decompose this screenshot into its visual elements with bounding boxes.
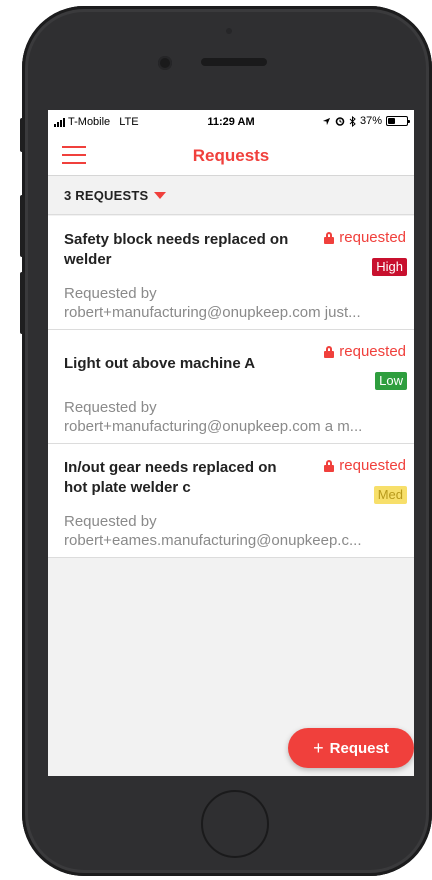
request-status: requested: [324, 343, 406, 360]
status-icons: 37%: [322, 115, 410, 127]
lock-icon: [324, 459, 335, 472]
request-list: Safety block needs replaced on welder re…: [48, 216, 414, 558]
front-camera: [158, 56, 172, 70]
lock-icon: [324, 345, 335, 358]
caret-down-icon: [154, 192, 167, 199]
status-text: requested: [339, 343, 406, 360]
volume-down-button: [20, 272, 25, 334]
request-title: In/out gear needs replaced on hot plate …: [64, 459, 277, 496]
status-text: requested: [339, 229, 406, 246]
plus-icon: +: [313, 737, 324, 758]
request-status: requested: [324, 457, 406, 474]
app-screen: T-Mobile LTE 11:29 AM 37% Requests 3 REQ…: [48, 110, 414, 776]
bluetooth-icon: [349, 115, 356, 127]
status-text: requested: [339, 457, 406, 474]
requester-email: robert+manufacturing@onupkeep.com a m...: [64, 418, 363, 435]
priority-badge: Low: [375, 372, 407, 390]
volume-up-button: [20, 195, 25, 257]
lock-icon: [324, 231, 335, 244]
request-title: Light out above machine A: [64, 355, 256, 372]
requested-by: Requested by robert+eames.manufacturing@…: [64, 512, 406, 550]
location-icon: [322, 117, 331, 125]
requester-email: robert+manufacturing@onupkeep.com just..…: [64, 304, 361, 321]
add-request-label: Request: [329, 739, 389, 757]
requester-email: robert+eames.manufacturing@onupkeep.c...: [64, 532, 362, 549]
requested-by-label: Requested by: [64, 513, 157, 530]
requested-by: Requested by robert+manufacturing@onupke…: [64, 398, 406, 436]
proximity-sensor: [226, 28, 232, 34]
silent-switch: [20, 118, 25, 152]
request-title: Safety block needs replaced on welder: [64, 231, 289, 268]
request-item[interactable]: In/out gear needs replaced on hot plate …: [48, 444, 414, 558]
add-request-button[interactable]: + Request: [288, 728, 414, 768]
request-count-label: 3 REQUESTS: [64, 188, 149, 203]
requested-by-label: Requested by: [64, 399, 157, 416]
alarm-icon: [335, 117, 345, 126]
priority-badge: Med: [373, 486, 407, 504]
request-count-filter[interactable]: 3 REQUESTS: [48, 177, 414, 215]
battery-icon: [386, 116, 410, 126]
priority-badge: High: [372, 258, 407, 276]
requested-by-label: Requested by: [64, 285, 157, 302]
request-item[interactable]: Safety block needs replaced on welder re…: [48, 216, 414, 330]
home-button[interactable]: [201, 790, 269, 858]
page-title: Requests: [192, 146, 270, 165]
battery-percent: 37%: [359, 115, 382, 127]
request-item[interactable]: Light out above machine A requested Low …: [48, 330, 414, 444]
request-status: requested: [324, 229, 406, 246]
earpiece-speaker: [201, 58, 267, 66]
requested-by: Requested by robert+manufacturing@onupke…: [64, 284, 406, 322]
nav-bar: Requests: [48, 134, 414, 176]
status-bar: T-Mobile LTE 11:29 AM 37%: [48, 110, 414, 134]
